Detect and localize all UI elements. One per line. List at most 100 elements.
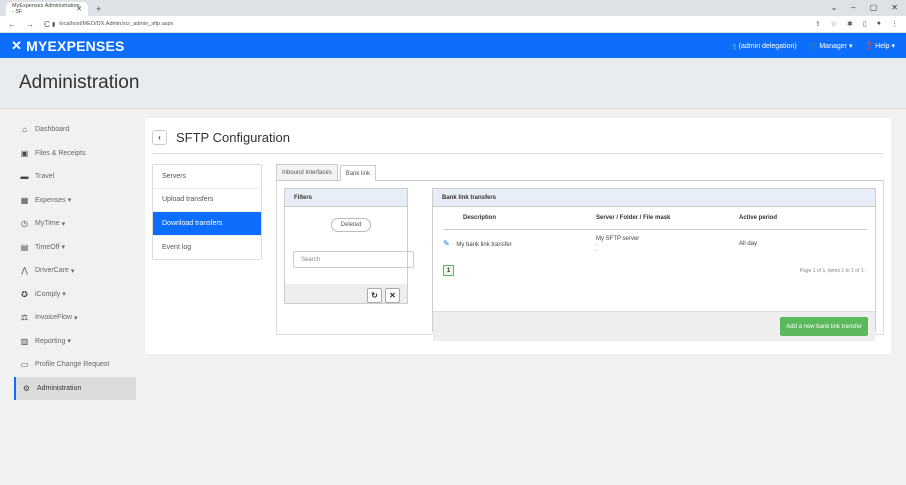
profile-icon[interactable]: ● — [877, 20, 881, 28]
minimize-icon[interactable]: – — [851, 3, 855, 12]
nav-event-log[interactable]: Event log — [153, 236, 261, 260]
logo-text: MYEXPENSES — [26, 37, 125, 54]
tab-search-icon[interactable]: ⌄ — [831, 3, 838, 12]
badge-icon: ✪ — [21, 289, 28, 299]
filters-title: Filters — [285, 189, 407, 207]
tab-inbound-interfaces[interactable]: Inbound Interfaces — [276, 164, 338, 180]
title-band: Administration — [0, 58, 906, 109]
sidebar-item-label: Dashboard — [35, 126, 70, 134]
caret-down-icon: ▾ — [61, 220, 66, 228]
browser-tab[interactable]: MyExpenses Administration - SF ✕ — [6, 2, 88, 16]
help-menu[interactable]: ❓ Help ▾ — [864, 42, 895, 50]
users-icon: 👥 — [728, 42, 737, 50]
sidebar-item-administration[interactable]: ⚙ Administration — [14, 376, 136, 400]
nav-servers[interactable]: Servers — [153, 165, 261, 189]
star-icon[interactable]: ☆ — [831, 20, 837, 28]
transfer-description: My bank link transfer — [456, 242, 512, 249]
pager: 1 Page 1 of 1, items 1 to 1 of 1. — [443, 265, 865, 276]
app-header: ✕ MYEXPENSES 👥 (admin delegation) 👤 Mana… — [0, 33, 906, 58]
car-icon: ▬ — [20, 172, 29, 182]
forward-arrow-icon[interactable]: → — [26, 20, 34, 29]
caret-down-icon: ▾ — [848, 42, 853, 50]
panel-title: SFTP Configuration — [176, 129, 290, 145]
manager-menu[interactable]: 👤 Manager ▾ — [809, 42, 853, 50]
help-label: Help — [875, 42, 890, 50]
caret-down-icon: ▾ — [67, 338, 71, 346]
maximize-icon[interactable]: ▢ — [870, 3, 878, 12]
header-menu: 👥 (admin delegation) 👤 Manager ▾ ❓ Help … — [728, 42, 895, 50]
share-icon[interactable]: ⇪ — [815, 20, 821, 28]
extensions-icon[interactable]: ✱ — [847, 20, 853, 28]
sidebar-item-label: Files & Receipts — [35, 149, 86, 157]
delegation-link[interactable]: 👥 (admin delegation) — [728, 42, 797, 50]
search-input[interactable]: Search — [293, 251, 414, 268]
browser-tab-title: MyExpenses Administration - SF — [12, 3, 80, 15]
close-icon[interactable]: ✕ — [76, 5, 82, 13]
home-icon: ⌂ — [22, 125, 27, 135]
sidebar-item-expenses[interactable]: ▦ Expenses ▾ — [14, 189, 145, 213]
sidebar-item-profile-change[interactable]: ▭ Profile Change Request — [14, 353, 145, 377]
caret-down-icon: ▾ — [891, 42, 895, 50]
sidebar-item-icomply[interactable]: ✪ iComply ▾ — [14, 283, 145, 307]
sidebar-item-label: DriverCare — [35, 267, 69, 275]
sidebar-item-timeoff[interactable]: ▤ TimeOff ▾ — [14, 236, 145, 260]
reload-icon[interactable]: C — [44, 20, 50, 29]
refresh-icon[interactable]: ↻ — [367, 288, 382, 303]
sidebar-item-invoiceflow[interactable]: ⚖ InvoiceFlow ▾ — [14, 306, 145, 330]
user-icon: 👤 — [808, 42, 818, 50]
deleted-filter-chip[interactable]: Deleted — [331, 218, 371, 232]
divider — [152, 153, 884, 154]
caret-down-icon: ▾ — [61, 244, 66, 252]
app-logo[interactable]: ✕ MYEXPENSES — [11, 38, 125, 54]
address-bar: ← → C ▮ localhost/MEO/DX.Admin/scr_admin… — [0, 16, 906, 33]
nav-download-transfers[interactable]: Download transfers — [153, 212, 261, 236]
page-number-button[interactable]: 1 — [443, 265, 454, 276]
nav-upload-transfers[interactable]: Upload transfers — [153, 189, 261, 212]
caret-down-icon: ▾ — [62, 291, 66, 299]
tab-bank-link[interactable]: Bank link — [339, 165, 377, 181]
sidebar-item-drivercare[interactable]: ⋀ DriverCare ▾ — [14, 259, 145, 283]
caret-down-icon: ▾ — [67, 197, 72, 205]
page-info: Page 1 of 1, items 1 to 1 of 1. — [799, 267, 865, 274]
back-arrow-icon[interactable]: ← — [8, 20, 16, 29]
add-bank-link-transfer-button[interactable]: Add a new bank link transfer — [780, 317, 868, 336]
sidebar-item-files[interactable]: ▣ Files & Receipts — [14, 142, 145, 166]
close-window-icon[interactable]: ✕ — [891, 3, 898, 12]
image-icon: ▣ — [20, 148, 29, 158]
column-header-active-period: Active period — [739, 207, 867, 230]
edit-pencil-icon[interactable]: ✎ — [443, 239, 450, 248]
lock-icon: ▮ — [52, 21, 56, 28]
sidebar-item-dashboard[interactable]: ⌂ Dashboard — [14, 118, 145, 142]
cogs-icon: ⚙ — [22, 383, 31, 393]
active-period-value: All day — [739, 240, 758, 247]
clear-icon[interactable]: ✕ — [385, 288, 400, 303]
sidebar-item-mytime[interactable]: ◷ MyTime ▾ — [14, 212, 145, 236]
sidebar-item-label: Administration — [37, 384, 82, 392]
sidebar-item-label: Travel — [35, 173, 55, 181]
sidebar-item-travel[interactable]: ▬ Travel — [14, 165, 145, 189]
url-field[interactable]: localhost/MEO/DX.Admin/scr_admin_sftp.as… — [59, 21, 173, 27]
window-controls: ⌄ – ▢ ✕ — [831, 3, 898, 12]
sftp-panel: ‹ SFTP Configuration Servers Upload tran… — [145, 118, 891, 354]
profile-icon: ▭ — [20, 360, 29, 370]
logo-mark-icon: ✕ — [11, 37, 23, 53]
nav-buttons: ← → C — [8, 20, 52, 29]
back-button[interactable]: ‹ — [152, 129, 167, 145]
calculator-icon: ▦ — [20, 195, 29, 205]
menu-icon[interactable]: ⋮ — [891, 20, 898, 28]
table-row[interactable]: ✎ My bank link transfer My SFTP server -… — [443, 229, 867, 258]
sidebar-item-reporting[interactable]: ▥ Reporting ▾ — [14, 330, 145, 354]
transfers-title: Bank link transfers — [433, 189, 875, 207]
scale-icon: ⚖ — [20, 313, 29, 323]
sidebar-item-label: Expenses — [35, 196, 66, 204]
calendar-icon: ▤ — [20, 242, 29, 252]
sidepanel-icon[interactable]: ▯ — [863, 20, 867, 28]
caret-down-icon: ▾ — [73, 314, 78, 322]
new-tab-icon[interactable]: + — [96, 4, 101, 14]
sidebar: ⌂ Dashboard ▣ Files & Receipts ▬ Travel … — [0, 118, 145, 400]
clock-icon: ◷ — [21, 219, 28, 229]
delegation-label: (admin delegation) — [738, 42, 797, 50]
bank-link-transfers-box: Bank link transfers Description Server /… — [432, 188, 876, 341]
browser-actions: ⇪ ☆ ✱ ▯ ● ⋮ — [815, 20, 898, 28]
tabs: Inbound Interfaces Bank link — [276, 164, 884, 181]
